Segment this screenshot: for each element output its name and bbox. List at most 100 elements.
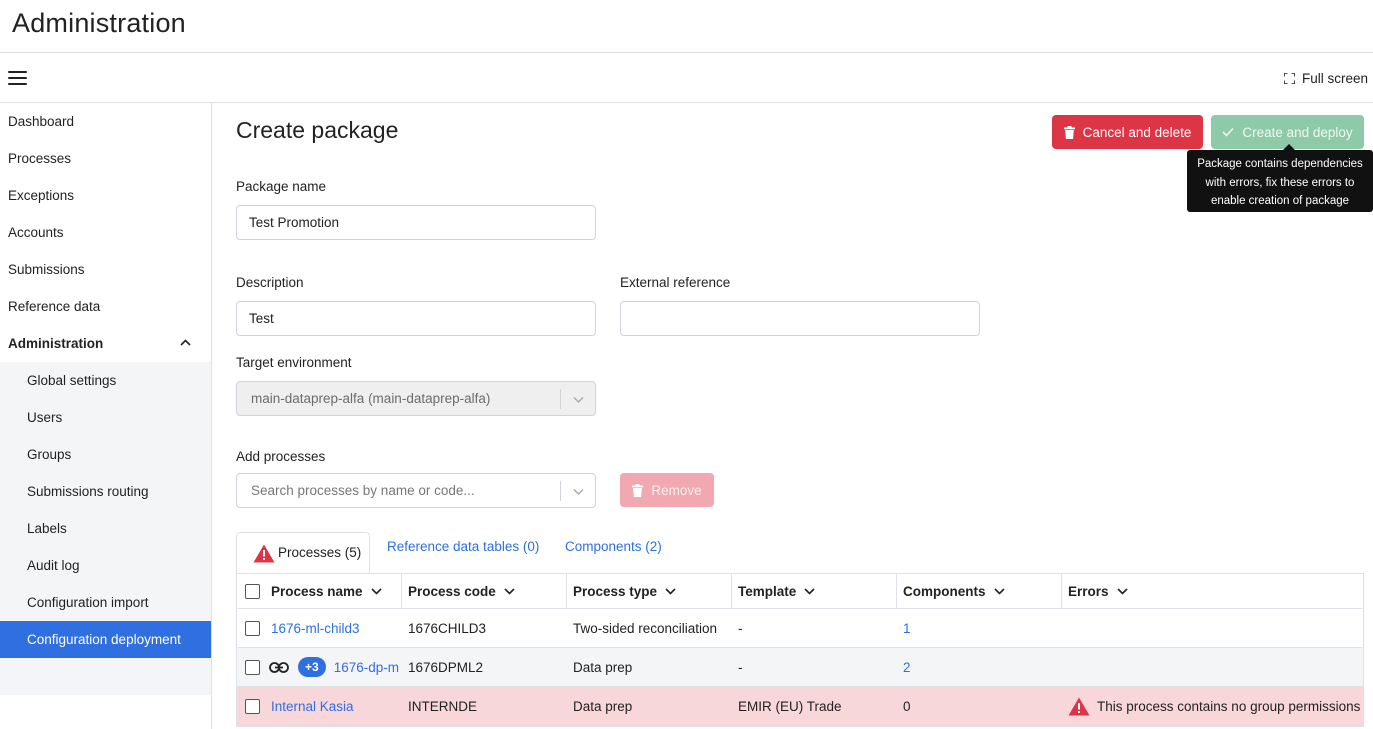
row-select-cell [237, 648, 264, 686]
header-errors-label: Errors [1068, 583, 1109, 599]
sidebar-item-configuration-import[interactable]: Configuration import [0, 584, 211, 621]
sidebar: Dashboard Processes Exceptions Accounts … [0, 103, 212, 729]
components-link[interactable]: 1 [903, 621, 911, 636]
template-cell: EMIR (EU) Trade [738, 698, 842, 714]
target-environment-select: main-dataprep-alfa (main-dataprep-alfa) [236, 381, 596, 416]
tab-components[interactable]: Components (2) [565, 527, 662, 569]
target-environment-value: main-dataprep-alfa (main-dataprep-alfa) [251, 391, 491, 406]
sidebar-item-users[interactable]: Users [0, 399, 211, 436]
sidebar-item-audit-log[interactable]: Audit log [0, 547, 211, 584]
process-name-link[interactable]: 1676-dp-m [334, 660, 399, 675]
components-cell: 2 [897, 648, 1062, 686]
header-components-label: Components [903, 583, 986, 599]
sidebar-item-submissions[interactable]: Submissions [0, 251, 211, 288]
select-all-checkbox[interactable] [245, 583, 260, 599]
external-reference-input[interactable] [620, 301, 980, 336]
process-name-link[interactable]: 1676-ml-child3 [271, 621, 360, 636]
description-input[interactable] [236, 301, 596, 336]
template-cell: - [738, 620, 743, 636]
header-components[interactable]: Components [897, 574, 1062, 608]
sidebar-item-administration-label: Administration [8, 336, 104, 351]
cancel-and-delete-button[interactable]: Cancel and delete [1052, 115, 1203, 149]
table-header-row: Process name Process code Process type T… [237, 574, 1363, 609]
link-icon[interactable] [269, 661, 289, 673]
components-cell: 1 [897, 609, 1062, 647]
sidebar-item-global-settings[interactable]: Global settings [0, 362, 211, 399]
tooltip-line-1: Package contains dependencies [1197, 158, 1363, 170]
header-errors[interactable]: Errors [1062, 574, 1363, 608]
add-processes-placeholder: Search processes by name or code... [251, 483, 475, 498]
header-process-type-label: Process type [573, 583, 658, 599]
tooltip-line-2: with errors, fix these errors to [1205, 176, 1355, 189]
process-name-cell: Internal Kasia [264, 687, 402, 725]
table-row: 1676-ml-child3 1676CHILD3 Two-sided reco… [237, 609, 1363, 648]
chevron-down-icon [370, 587, 382, 595]
header-process-name-label: Process name [271, 583, 363, 599]
tooltip-line-3: enable creation of package [1210, 195, 1350, 207]
sidebar-item-labels[interactable]: Labels [0, 510, 211, 547]
chevron-down-icon [804, 587, 815, 595]
chevron-down-icon [573, 396, 584, 404]
tab-processes-label: Processes (5) [278, 545, 362, 560]
warning-icon [1068, 697, 1090, 715]
sidebar-item-reference-data[interactable]: Reference data [0, 288, 211, 325]
row-checkbox[interactable] [245, 620, 260, 636]
app-header: Administration [0, 0, 1373, 53]
process-name-cell: +3 1676-dp-m [264, 648, 402, 686]
remove-button[interactable]: Remove [620, 473, 714, 507]
tab-processes[interactable]: Processes (5) [236, 532, 370, 574]
warning-icon [253, 544, 275, 562]
components-link[interactable]: 2 [903, 660, 911, 675]
row-checkbox[interactable] [245, 659, 260, 675]
chevron-down-icon [993, 587, 1005, 595]
header-process-type[interactable]: Process type [567, 574, 732, 608]
sidebar-item-exceptions[interactable]: Exceptions [0, 177, 211, 214]
trash-icon [632, 483, 644, 497]
fullscreen-label: Full screen [1301, 70, 1368, 86]
process-name-link[interactable]: Internal Kasia [271, 699, 354, 714]
chevron-down-icon [1116, 587, 1128, 595]
template-cell: - [738, 659, 743, 675]
row-select-cell [237, 687, 264, 725]
errors-cell: This process contains no group permissio… [1062, 687, 1363, 725]
process-type-cell: Data prep [573, 698, 633, 714]
remove-label: Remove [651, 482, 702, 498]
package-name-input[interactable] [236, 205, 596, 240]
page-title: Create package [236, 117, 399, 143]
external-reference-label: External reference [620, 275, 731, 290]
create-disabled-tooltip: Package contains dependencies with error… [1187, 150, 1373, 212]
row-checkbox[interactable] [245, 698, 260, 714]
dependency-count-badge[interactable]: +3 [298, 657, 326, 677]
header-template[interactable]: Template [732, 574, 897, 608]
cancel-and-delete-label: Cancel and delete [1082, 124, 1192, 140]
header-process-name[interactable]: Process name [264, 574, 402, 608]
tabs: Processes (5) Reference data tables (0) … [236, 532, 1363, 574]
errors-cell [1062, 609, 1363, 647]
target-environment-label: Target environment [236, 355, 352, 370]
sidebar-item-groups[interactable]: Groups [0, 436, 211, 473]
chevron-up-icon [180, 339, 191, 346]
sidebar-item-accounts[interactable]: Accounts [0, 214, 211, 251]
toolbar: Full screen [0, 53, 1373, 103]
sidebar-item-dashboard[interactable]: Dashboard [0, 103, 211, 140]
fullscreen-icon [1283, 72, 1295, 84]
header-process-code[interactable]: Process code [402, 574, 567, 608]
package-name-label: Package name [236, 179, 327, 194]
sidebar-item-administration[interactable]: Administration [0, 325, 211, 362]
sidebar-item-processes[interactable]: Processes [0, 140, 211, 177]
check-icon [1222, 127, 1234, 137]
sidebar-item-configuration-deployment[interactable]: Configuration deployment [0, 621, 211, 658]
add-processes-search-select[interactable]: Search processes by name or code... [236, 473, 596, 508]
table-row: Internal Kasia INTERNDE Data prep EMIR (… [237, 687, 1363, 726]
tab-reference-data-tables[interactable]: Reference data tables (0) [387, 527, 539, 569]
administration-subnav: Global settings Users Groups Submissions… [0, 362, 211, 695]
components-cell: 0 [903, 698, 911, 714]
app-title: Administration [12, 8, 186, 38]
trash-icon [1063, 125, 1075, 139]
hamburger-icon[interactable] [8, 71, 27, 85]
row-select-cell [237, 609, 264, 647]
add-processes-label: Add processes [236, 449, 326, 464]
fullscreen-button[interactable]: Full screen [1283, 69, 1368, 87]
description-label: Description [236, 275, 304, 290]
sidebar-item-submissions-routing[interactable]: Submissions routing [0, 473, 211, 510]
